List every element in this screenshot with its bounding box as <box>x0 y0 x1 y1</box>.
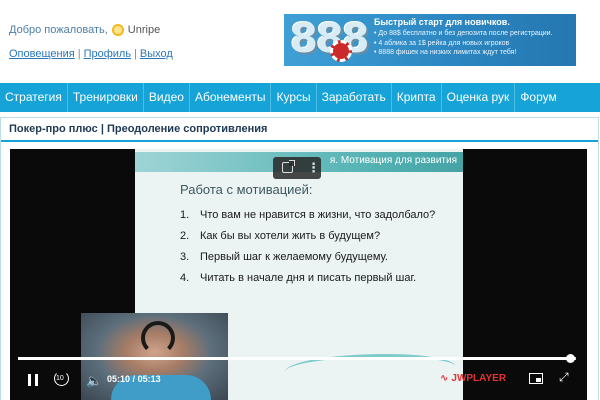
notifications-link[interactable]: Оповещения <box>9 48 75 60</box>
breadcrumb: Покер-про плюс | Преодоление сопротивлен… <box>9 123 268 135</box>
nav-item-courses[interactable]: Курсы <box>271 83 317 112</box>
duration: 05:13 <box>137 374 161 384</box>
username: Unripe <box>127 24 161 36</box>
banner-logo-888: 888 <box>290 16 369 62</box>
nav-item-forum[interactable]: Форум <box>515 83 561 112</box>
item-text: Что вам не нравится в жизни, что задолба… <box>200 209 436 221</box>
slide-list: 1. Что вам не нравится в жизни, что задол… <box>180 205 435 289</box>
promo-banner[interactable]: 888 Быстрый старт для новичков. До 88$ б… <box>284 14 576 66</box>
fullscreen-icon[interactable]: ⤢ <box>559 370 569 385</box>
main-nav: Стратегия Тренировки Видео Абонементы Ку… <box>0 83 600 112</box>
poker-chip-icon <box>330 40 352 62</box>
nav-item-strategy[interactable]: Стратегия <box>0 83 68 112</box>
banner-title: Быстрый старт для новичков. <box>374 17 510 27</box>
item-number: 3. <box>180 251 190 263</box>
rewind-seconds: 10 <box>56 375 64 382</box>
sun-icon <box>111 24 124 36</box>
nav-item-training[interactable]: Тренировки <box>68 83 144 112</box>
nav-item-earn[interactable]: Заработать <box>317 83 392 112</box>
player-controls: 10 🔈 05:10 / 05:13 ∿ JWPLAYER ⤢ <box>10 367 587 395</box>
banner-bullet: 8888 фишек на низких лимитах ждут тебя! <box>374 48 553 58</box>
slide-header: я. Мотивация для развития <box>329 155 457 166</box>
jwplayer-brand: JWPLAYER <box>451 373 507 384</box>
headphones-shape <box>141 321 175 355</box>
progress-handle[interactable] <box>566 354 576 363</box>
item-number: 2. <box>180 230 190 242</box>
link-separator: | <box>77 48 81 60</box>
slide-list-item: 4. Читать в начале дня и писать первый ша… <box>180 268 435 289</box>
user-links: Оповещения | Профиль | Выход <box>9 48 173 60</box>
current-time: 05:10 <box>107 374 131 384</box>
banner-bullet: До 88$ бесплатно и без депозита после ре… <box>374 29 552 39</box>
link-separator: | <box>134 48 137 60</box>
share-icon[interactable] <box>282 160 295 173</box>
banner-bullet: 4 аблика за 1$ рейка для новых игроков <box>374 39 553 49</box>
item-text: Как бы вы хотели жить в будущем? <box>200 230 381 242</box>
video-player[interactable]: я. Мотивация для развития Работа с мотив… <box>10 149 587 400</box>
item-text: Первый шаг к желаемому будущему. <box>200 251 388 263</box>
progress-fill <box>18 357 571 360</box>
banner-bullets: До 88$ бесплатно и без депозита после ре… <box>374 29 553 58</box>
time-separator: / <box>132 374 136 384</box>
volume-icon[interactable]: 🔈 <box>86 373 102 389</box>
nav-item-crypto[interactable]: Крипта <box>392 83 442 112</box>
slide-list-item: 1. Что вам не нравится в жизни, что задол… <box>180 205 435 226</box>
overlay-actions: ⋮ <box>273 157 321 179</box>
pause-icon[interactable] <box>28 374 38 386</box>
time-display: 05:10 / 05:13 <box>107 374 161 384</box>
nav-item-subscriptions[interactable]: Абонементы <box>190 83 272 112</box>
profile-link[interactable]: Профиль <box>84 48 132 60</box>
item-number: 1. <box>180 209 190 221</box>
nav-item-hand-review[interactable]: Оценка рук <box>442 83 516 112</box>
slide-list-item: 2. Как бы вы хотели жить в будущем? <box>180 226 435 247</box>
picture-in-picture-icon[interactable] <box>529 373 543 384</box>
breadcrumb-divider <box>1 140 598 142</box>
item-text: Читать в начале дня и писать первый шаг. <box>200 272 417 284</box>
jwplayer-wave-icon: ∿ <box>440 373 449 384</box>
logout-link[interactable]: Выход <box>140 48 173 60</box>
welcome-message: Добро пожаловать, Unripe <box>9 24 160 36</box>
jwplayer-logo[interactable]: ∿ JWPLAYER <box>440 373 506 384</box>
welcome-text: Добро пожаловать, <box>9 24 108 36</box>
slide-title: Работа с мотивацией: <box>180 182 313 197</box>
slide-list-item: 3. Первый шаг к желаемому будущему. <box>180 247 435 268</box>
item-number: 4. <box>180 272 190 284</box>
progress-bar[interactable] <box>18 354 576 363</box>
nav-item-video[interactable]: Видео <box>144 83 190 112</box>
more-options-icon[interactable]: ⋮ <box>307 160 320 176</box>
